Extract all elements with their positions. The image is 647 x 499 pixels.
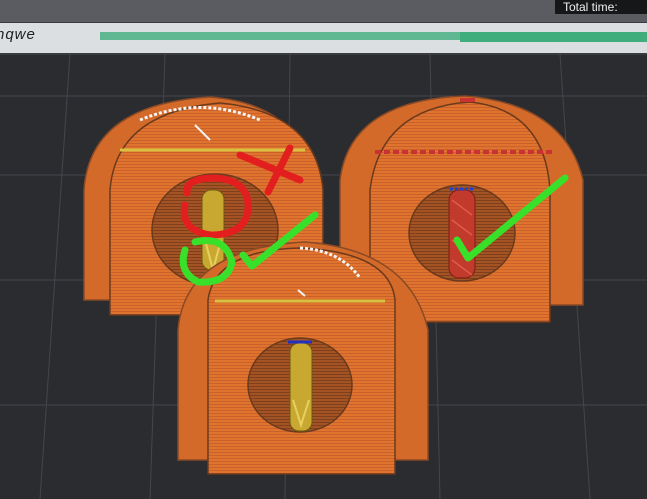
layer-timeline-bar[interactable]: nqwe [0, 23, 647, 55]
timeline-label: nqwe [0, 26, 36, 43]
3d-viewport[interactable] [0, 54, 647, 499]
timeline-track-progress[interactable] [460, 32, 647, 42]
total-time-label: Total time: [555, 0, 647, 14]
part-front[interactable] [177, 241, 429, 475]
top-toolbar: Total time: [0, 0, 647, 23]
